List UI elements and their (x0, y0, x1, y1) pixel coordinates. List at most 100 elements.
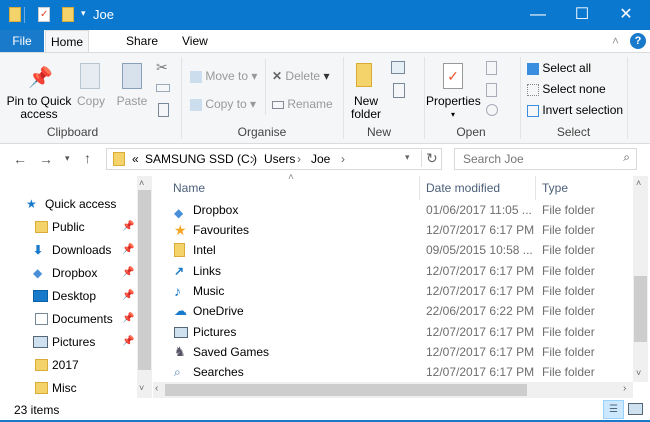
paste-shortcut-icon[interactable] (158, 103, 169, 117)
label: Downloads (52, 243, 112, 257)
breadcrumb-joe[interactable]: Joe (311, 152, 330, 166)
vertical-scroll-thumb[interactable] (634, 276, 647, 342)
nav-item-public[interactable]: Public 📌 (35, 217, 134, 237)
pin-icon[interactable]: 📌 (122, 263, 134, 283)
pin-icon[interactable]: 📌 (122, 332, 134, 352)
tab-view[interactable]: View (170, 30, 220, 52)
label: File folder (542, 284, 595, 298)
tab-share[interactable]: Share (114, 30, 170, 52)
address-bar[interactable]: « SAMSUNG SSD (C:) › Users › Joe › ▾ ↻ (106, 148, 442, 170)
file-row-saved-games[interactable]: ♞ Saved Games 12/07/2017 6:17 PM File folde… (172, 342, 632, 362)
pin-icon[interactable]: 📌 (122, 240, 134, 260)
nav-item-pictures[interactable]: Pictures 📌 (33, 332, 134, 352)
copy-button[interactable]: Copy (76, 95, 106, 108)
breadcrumb-overflow[interactable]: « (132, 152, 139, 166)
up-button[interactable]: ↑ (84, 150, 91, 166)
nav-item-downloads[interactable]: ⬇ Downloads 📌 (33, 240, 134, 260)
music-note-icon: ♪ (174, 283, 181, 299)
maximize-button[interactable]: ☐ (562, 4, 602, 26)
pictures-icon (33, 336, 48, 348)
nav-item-dropbox[interactable]: ◆ Dropbox 📌 (33, 263, 134, 283)
window-title: Joe (93, 7, 114, 22)
label: Saved Games (193, 345, 270, 359)
minimize-button[interactable]: — (518, 4, 558, 26)
nav-item-documents[interactable]: Documents 📌 (35, 309, 134, 329)
pin-icon[interactable]: 📌 (122, 286, 134, 306)
file-row-music[interactable]: ♪ Music 12/07/2017 6:17 PM File folder (172, 281, 632, 301)
download-arrow-icon: ⬇ (33, 243, 44, 257)
pin-icon[interactable]: 📌 (122, 309, 134, 329)
recent-locations-button[interactable]: ▾ (65, 153, 70, 164)
file-row-searches[interactable]: ⌕ Searches 12/07/2017 6:17 PM File folder (172, 362, 632, 382)
nav-item-2017[interactable]: 2017 (35, 355, 79, 375)
copy-to-button[interactable]: Copy to ▾ (190, 98, 256, 111)
pin-icon[interactable]: 📌 (122, 217, 134, 237)
help-icon[interactable]: ? (630, 33, 646, 49)
large-icons-view-button[interactable] (628, 403, 643, 415)
properties-label: Properties (426, 94, 481, 108)
column-header-date[interactable]: Date modified (426, 181, 500, 195)
nav-scrollbar[interactable]: ˄ ˅ (137, 176, 152, 398)
picture-icon (174, 327, 188, 338)
file-list-vertical-scrollbar[interactable]: ˄ ˅ (633, 176, 648, 382)
pin-to-quick-access-button[interactable]: Pin to Quick access (4, 95, 74, 121)
column-header-type[interactable]: Type (542, 181, 568, 195)
properties-button[interactable]: Properties ▾ (426, 94, 481, 121)
file-row-dropbox[interactable]: ◆ Dropbox 01/06/2017 11:05 ... File folder (172, 200, 632, 220)
select-none-icon (527, 83, 539, 96)
file-row-pictures[interactable]: Pictures 12/07/2017 6:17 PM File folder (172, 322, 632, 342)
close-button[interactable]: ✕ (606, 4, 646, 26)
select-none-button[interactable]: Select none (527, 83, 606, 96)
delete-button[interactable]: ✕ Delete ▾ (272, 70, 329, 83)
cloud-icon: ☁ (174, 303, 187, 318)
column-header-name[interactable]: Name (173, 181, 205, 195)
history-icon[interactable] (486, 104, 498, 116)
new-group-label: New (366, 125, 391, 139)
easy-access-icon[interactable] (393, 83, 405, 98)
sort-ascending-icon: ˄ (288, 172, 294, 183)
file-row-onedrive[interactable]: ☁ OneDrive 22/06/2017 6:22 PM File folder (172, 301, 632, 321)
horizontal-scroll-thumb[interactable] (165, 384, 527, 396)
new-folder-quick-icon[interactable] (62, 7, 74, 22)
customize-toolbar-icon[interactable]: ▾ (81, 8, 86, 19)
label: Desktop (52, 289, 97, 303)
breadcrumb-users[interactable]: Users (264, 152, 295, 166)
organise-group-label: Organise (237, 125, 287, 139)
select-all-button[interactable]: Select all (527, 62, 591, 75)
tab-home[interactable]: Home (45, 30, 89, 53)
clipboard-group-label: Clipboard (46, 125, 99, 139)
refresh-icon[interactable]: ↻ (421, 150, 438, 167)
nav-item-desktop[interactable]: Desktop 📌 (33, 286, 134, 306)
properties-quick-icon[interactable]: ✓ (38, 7, 50, 22)
file-row-favourites[interactable]: ★ Favourites 12/07/2017 6:17 PM File folder (172, 220, 632, 240)
rename-button[interactable]: Rename (272, 98, 333, 111)
new-item-icon[interactable] (391, 61, 405, 74)
collapse-ribbon-icon[interactable]: ˄ (612, 34, 619, 48)
open-icon[interactable] (486, 61, 497, 75)
select-all-icon (527, 62, 539, 75)
search-input[interactable]: Search Joe ⌕ (454, 148, 637, 170)
new-folder-button[interactable]: New folder (346, 95, 386, 121)
invert-selection-button[interactable]: Invert selection (527, 104, 623, 117)
copy-path-icon[interactable] (156, 84, 170, 92)
address-dropdown-icon[interactable]: ▾ (405, 152, 410, 163)
breadcrumb-drive[interactable]: SAMSUNG SSD (C:) (145, 152, 257, 166)
file-row-intel[interactable]: Intel 09/05/2015 10:58 ... File folder (172, 240, 632, 260)
back-button[interactable]: ← (13, 151, 27, 167)
forward-button[interactable]: → (39, 151, 53, 167)
nav-item-misc[interactable]: Misc (35, 378, 77, 398)
label: File folder (542, 365, 595, 379)
paste-button[interactable]: Paste (116, 95, 148, 108)
edit-icon[interactable] (486, 83, 497, 97)
label: Pictures (193, 325, 237, 339)
details-view-button[interactable]: ☰ (603, 400, 624, 419)
move-to-button[interactable]: Move to ▾ (190, 70, 257, 83)
cut-icon[interactable]: ✂ (156, 59, 168, 76)
nav-scroll-thumb[interactable] (138, 190, 151, 370)
label: File folder (542, 264, 595, 278)
nav-quick-access[interactable]: Quick access (45, 194, 116, 214)
new-folder-icon (356, 63, 372, 87)
tab-file[interactable]: File (0, 30, 44, 52)
file-row-links[interactable]: ↗ Links 12/07/2017 6:17 PM File folder (172, 261, 632, 281)
file-list-horizontal-scrollbar[interactable]: ‹ › (153, 382, 633, 398)
